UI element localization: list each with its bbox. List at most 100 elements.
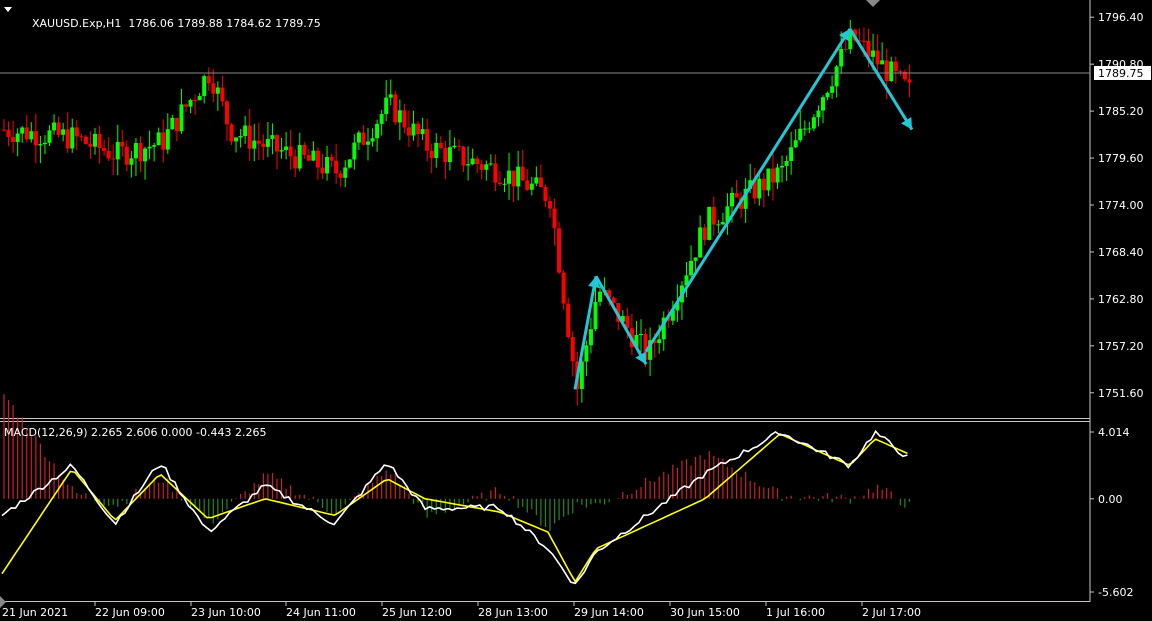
candle-body xyxy=(70,127,75,149)
chart-canvas[interactable]: 1796.401790.801785.201779.601774.001768.… xyxy=(0,0,1152,621)
candle-body xyxy=(798,128,803,141)
candle-body xyxy=(898,71,903,73)
candle-body xyxy=(347,159,352,168)
candle-body xyxy=(343,167,348,178)
candle-body xyxy=(889,61,894,82)
candle-body xyxy=(775,167,780,183)
trend-arrow[interactable] xyxy=(644,28,852,353)
candle-body xyxy=(861,40,866,42)
candle-body xyxy=(306,154,311,161)
candle-body xyxy=(548,201,552,209)
candle-body xyxy=(261,143,266,147)
candle-body xyxy=(193,100,198,102)
candle-body xyxy=(566,303,571,337)
candle-body xyxy=(270,135,275,139)
candle-body xyxy=(561,272,566,304)
candle-body xyxy=(293,156,298,169)
candle-body xyxy=(338,173,343,178)
price-tick-label: 1751.60 xyxy=(1098,387,1144,400)
candle-body xyxy=(880,60,885,65)
candle-body xyxy=(133,143,138,159)
trend-arrow[interactable] xyxy=(573,275,600,390)
candle-body xyxy=(525,180,530,190)
candle-body xyxy=(38,144,43,146)
candle-body xyxy=(24,127,29,140)
candle-body xyxy=(720,222,725,225)
candle-body xyxy=(93,133,97,147)
candle-body xyxy=(466,164,471,166)
time-tick-label: 25 Jun 12:00 xyxy=(382,606,452,619)
price-tick-label: 1762.80 xyxy=(1098,293,1144,306)
header-triangle-icon[interactable] xyxy=(4,7,12,12)
trend-arrows-layer[interactable] xyxy=(573,28,914,390)
chart-shift-marker[interactable] xyxy=(866,0,880,7)
candle-body xyxy=(807,128,812,130)
candle-body xyxy=(552,208,557,229)
candle-body xyxy=(161,132,166,150)
trend-arrow-shaft xyxy=(644,28,852,353)
chart-window[interactable]: 1796.40 1790.80 1785.20 1779.60 1774.00 1768.… xyxy=(0,0,1152,621)
ohlc-label: 1786.06 1789.88 1784.62 1789.75 xyxy=(128,17,321,30)
candle-body xyxy=(593,301,598,330)
candle-body xyxy=(438,142,443,148)
candle-body xyxy=(52,122,57,131)
candle-body xyxy=(179,104,184,132)
candle-body xyxy=(220,87,225,102)
macd-tick-label: 0.00 xyxy=(1098,493,1123,506)
macd-histogram xyxy=(3,394,911,531)
candle-body xyxy=(352,142,357,160)
candle-body xyxy=(457,145,461,147)
candle-body xyxy=(821,97,825,111)
candle-body xyxy=(302,144,307,155)
candle-body xyxy=(716,224,721,226)
candle-body xyxy=(657,339,662,344)
candle-body xyxy=(529,183,534,190)
candle-body xyxy=(147,146,152,149)
candle-body xyxy=(588,329,593,346)
candle-body xyxy=(757,178,762,199)
candle-body xyxy=(366,141,370,145)
candle-body xyxy=(325,156,330,174)
candle-body xyxy=(315,150,320,168)
candle-body xyxy=(734,192,739,198)
candle-body xyxy=(493,163,498,183)
candle-body xyxy=(784,161,789,166)
candle-body xyxy=(893,61,898,72)
candle-body xyxy=(534,177,539,184)
candle-body xyxy=(470,158,475,165)
candle-body xyxy=(247,125,252,149)
candle-body xyxy=(447,147,452,163)
candle-body xyxy=(497,182,502,185)
candle-body xyxy=(156,132,161,146)
symbol-label: XAUUSD.Exp,H1 xyxy=(32,17,122,30)
trend-arrow[interactable] xyxy=(848,28,914,131)
candle-body xyxy=(397,110,402,123)
time-tick-label: 2 Jul 17:00 xyxy=(862,606,921,619)
candle-body xyxy=(152,145,157,147)
candle-body xyxy=(74,127,79,137)
candle-body xyxy=(215,87,220,94)
candle-body xyxy=(265,138,270,147)
candle-body xyxy=(825,92,830,98)
trend-arrow-shaft xyxy=(594,275,648,366)
candle-body xyxy=(698,227,703,258)
candle-body xyxy=(689,260,694,276)
time-tick-label: 30 Jun 15:00 xyxy=(670,606,740,619)
current-price-label: 1789.75 xyxy=(1098,67,1144,80)
candle-body xyxy=(475,158,480,165)
time-tick-label: 21 Jun 2021 xyxy=(2,606,68,619)
candle-body xyxy=(102,148,107,151)
candle-body xyxy=(284,146,289,151)
candle-body xyxy=(375,123,380,139)
candle-body xyxy=(83,136,88,144)
candle-body xyxy=(766,168,771,191)
price-tick-label: 1796.40 xyxy=(1098,11,1144,24)
candle-body xyxy=(434,142,439,158)
candle-body xyxy=(15,133,20,142)
candle-body xyxy=(279,150,284,152)
candle-body xyxy=(843,48,848,50)
trend-arrow[interactable] xyxy=(594,275,648,366)
candle-body xyxy=(584,345,589,362)
candle-body xyxy=(65,129,70,149)
current-price-tag: 1789.75 xyxy=(1094,65,1151,80)
